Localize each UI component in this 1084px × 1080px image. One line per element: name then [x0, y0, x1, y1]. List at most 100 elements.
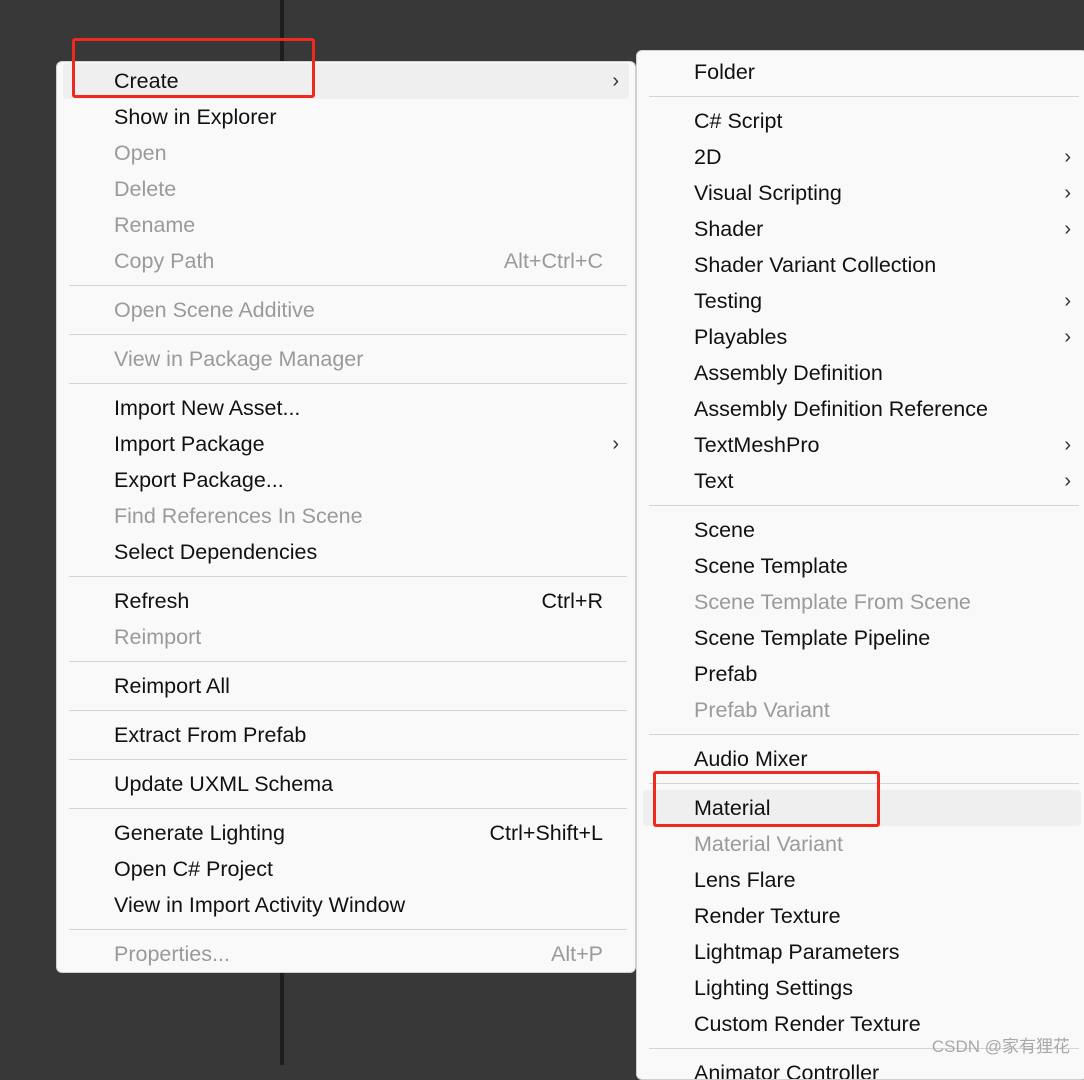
- annotation-box-create: [72, 38, 315, 98]
- menu-separator: [57, 279, 635, 292]
- menu-item-label: Custom Render Texture: [694, 1012, 921, 1036]
- menu-item-label: Select Dependencies: [114, 540, 318, 564]
- menu-separator: [57, 328, 635, 341]
- menu-item-label: Folder: [694, 60, 755, 84]
- menu-item-label: Import New Asset...: [114, 396, 301, 420]
- menu-item-label: Rename: [114, 213, 196, 237]
- menu-item-update-uxml-schema[interactable]: Update UXML Schema: [63, 766, 629, 802]
- chevron-right-icon: ›: [1064, 470, 1071, 492]
- menu-item-folder[interactable]: Folder: [643, 54, 1081, 90]
- menu-item-label: Reimport All: [114, 674, 230, 698]
- menu-item-2d[interactable]: 2D ›: [643, 139, 1081, 175]
- menu-item-export-package[interactable]: Export Package...: [63, 462, 629, 498]
- menu-item-label: Open C# Project: [114, 857, 273, 881]
- menu-item-extract-from-prefab[interactable]: Extract From Prefab: [63, 717, 629, 753]
- shortcut-label: Ctrl+Shift+L: [489, 821, 603, 845]
- menu-item-label: Material Variant: [694, 832, 843, 856]
- menu-item-text[interactable]: Text ›: [643, 463, 1081, 499]
- menu-item-label: Open Scene Additive: [114, 298, 315, 322]
- menu-item-label: View in Import Activity Window: [114, 893, 406, 917]
- menu-item-label: Shader: [694, 217, 764, 241]
- menu-separator: [637, 90, 1084, 103]
- menu-item-scene[interactable]: Scene: [643, 512, 1081, 548]
- menu-item-reimport: Reimport: [63, 619, 629, 655]
- menu-separator: [57, 802, 635, 815]
- menu-item-show-in-explorer[interactable]: Show in Explorer: [63, 99, 629, 135]
- menu-item-label: Lighting Settings: [694, 976, 853, 1000]
- chevron-right-icon: ›: [1064, 182, 1071, 204]
- menu-item-view-in-import-activity-window[interactable]: View in Import Activity Window: [63, 887, 629, 923]
- menu-item-copy-path: Copy Path Alt+Ctrl+C: [63, 243, 629, 279]
- menu-item-label: Properties...: [114, 942, 230, 966]
- menu-item-label: Prefab Variant: [694, 698, 830, 722]
- menu-item-label: Generate Lighting: [114, 821, 285, 845]
- menu-item-shader-variant-collection[interactable]: Shader Variant Collection: [643, 247, 1081, 283]
- menu-item-label: Delete: [114, 177, 177, 201]
- menu-item-reimport-all[interactable]: Reimport All: [63, 668, 629, 704]
- menu-item-label: Shader Variant Collection: [694, 253, 937, 277]
- chevron-right-icon: ›: [612, 433, 619, 455]
- menu-item-label: Audio Mixer: [694, 747, 808, 771]
- menu-item-label: Playables: [694, 325, 788, 349]
- menu-item-label: Scene Template From Scene: [694, 590, 971, 614]
- menu-item-animator-controller[interactable]: Animator Controller: [643, 1055, 1081, 1080]
- menu-item-assembly-definition-reference[interactable]: Assembly Definition Reference: [643, 391, 1081, 427]
- menu-item-scene-template-pipeline[interactable]: Scene Template Pipeline: [643, 620, 1081, 656]
- menu-item-assembly-definition[interactable]: Assembly Definition: [643, 355, 1081, 391]
- menu-separator: [57, 377, 635, 390]
- menu-item-c-script[interactable]: C# Script: [643, 103, 1081, 139]
- menu-item-label: Extract From Prefab: [114, 723, 307, 747]
- menu-item-label: Scene Template: [694, 554, 848, 578]
- create-submenu: Folder C# Script 2D › Visual Scripting › Shade…: [636, 50, 1084, 1080]
- menu-item-lens-flare[interactable]: Lens Flare: [643, 862, 1081, 898]
- menu-item-label: Open: [114, 141, 167, 165]
- menu-item-refresh[interactable]: Refresh Ctrl+R: [63, 583, 629, 619]
- menu-item-label: Copy Path: [114, 249, 215, 273]
- menu-separator: [637, 728, 1084, 741]
- menu-item-label: Import Package: [114, 432, 265, 456]
- menu-item-select-dependencies[interactable]: Select Dependencies: [63, 534, 629, 570]
- menu-item-label: Prefab: [694, 662, 758, 686]
- menu-item-open-c-project[interactable]: Open C# Project: [63, 851, 629, 887]
- menu-item-testing[interactable]: Testing ›: [643, 283, 1081, 319]
- chevron-right-icon: ›: [1064, 434, 1071, 456]
- chevron-right-icon: ›: [1064, 326, 1071, 348]
- menu-separator: [57, 753, 635, 766]
- shortcut-label: Alt+Ctrl+C: [503, 249, 603, 273]
- menu-separator: [57, 923, 635, 936]
- menu-item-render-texture[interactable]: Render Texture: [643, 898, 1081, 934]
- menu-item-prefab-variant: Prefab Variant: [643, 692, 1081, 728]
- menu-item-find-references-in-scene: Find References In Scene: [63, 498, 629, 534]
- menu-item-lighting-settings[interactable]: Lighting Settings: [643, 970, 1081, 1006]
- menu-item-rename: Rename: [63, 207, 629, 243]
- shortcut-label: Ctrl+R: [541, 589, 603, 613]
- menu-item-prefab[interactable]: Prefab: [643, 656, 1081, 692]
- menu-item-textmeshpro[interactable]: TextMeshPro ›: [643, 427, 1081, 463]
- chevron-right-icon: ›: [612, 70, 619, 92]
- menu-separator: [57, 655, 635, 668]
- menu-item-label: Assembly Definition: [694, 361, 883, 385]
- menu-item-label: Export Package...: [114, 468, 284, 492]
- menu-item-import-new-asset[interactable]: Import New Asset...: [63, 390, 629, 426]
- context-menu: Create › Show in Explorer Open Delete Rename C…: [56, 61, 636, 973]
- menu-item-generate-lighting[interactable]: Generate Lighting Ctrl+Shift+L: [63, 815, 629, 851]
- menu-item-label: Render Texture: [694, 904, 841, 928]
- menu-item-open-scene-additive: Open Scene Additive: [63, 292, 629, 328]
- menu-item-label: Text: [694, 469, 734, 493]
- menu-item-visual-scripting[interactable]: Visual Scripting ›: [643, 175, 1081, 211]
- shortcut-label: Alt+P: [551, 942, 603, 966]
- menu-item-scene-template[interactable]: Scene Template: [643, 548, 1081, 584]
- menu-item-label: Scene Template Pipeline: [694, 626, 931, 650]
- menu-item-properties: Properties... Alt+P: [63, 936, 629, 972]
- menu-item-label: Find References In Scene: [114, 504, 363, 528]
- menu-item-material-variant: Material Variant: [643, 826, 1081, 862]
- menu-item-lightmap-parameters[interactable]: Lightmap Parameters: [643, 934, 1081, 970]
- annotation-box-material: [653, 771, 880, 827]
- chevron-right-icon: ›: [1064, 290, 1071, 312]
- menu-item-label: Animator Controller: [694, 1061, 880, 1080]
- menu-item-playables[interactable]: Playables ›: [643, 319, 1081, 355]
- menu-item-import-package[interactable]: Import Package ›: [63, 426, 629, 462]
- menu-separator: [57, 570, 635, 583]
- menu-item-label: View in Package Manager: [114, 347, 364, 371]
- menu-item-shader[interactable]: Shader ›: [643, 211, 1081, 247]
